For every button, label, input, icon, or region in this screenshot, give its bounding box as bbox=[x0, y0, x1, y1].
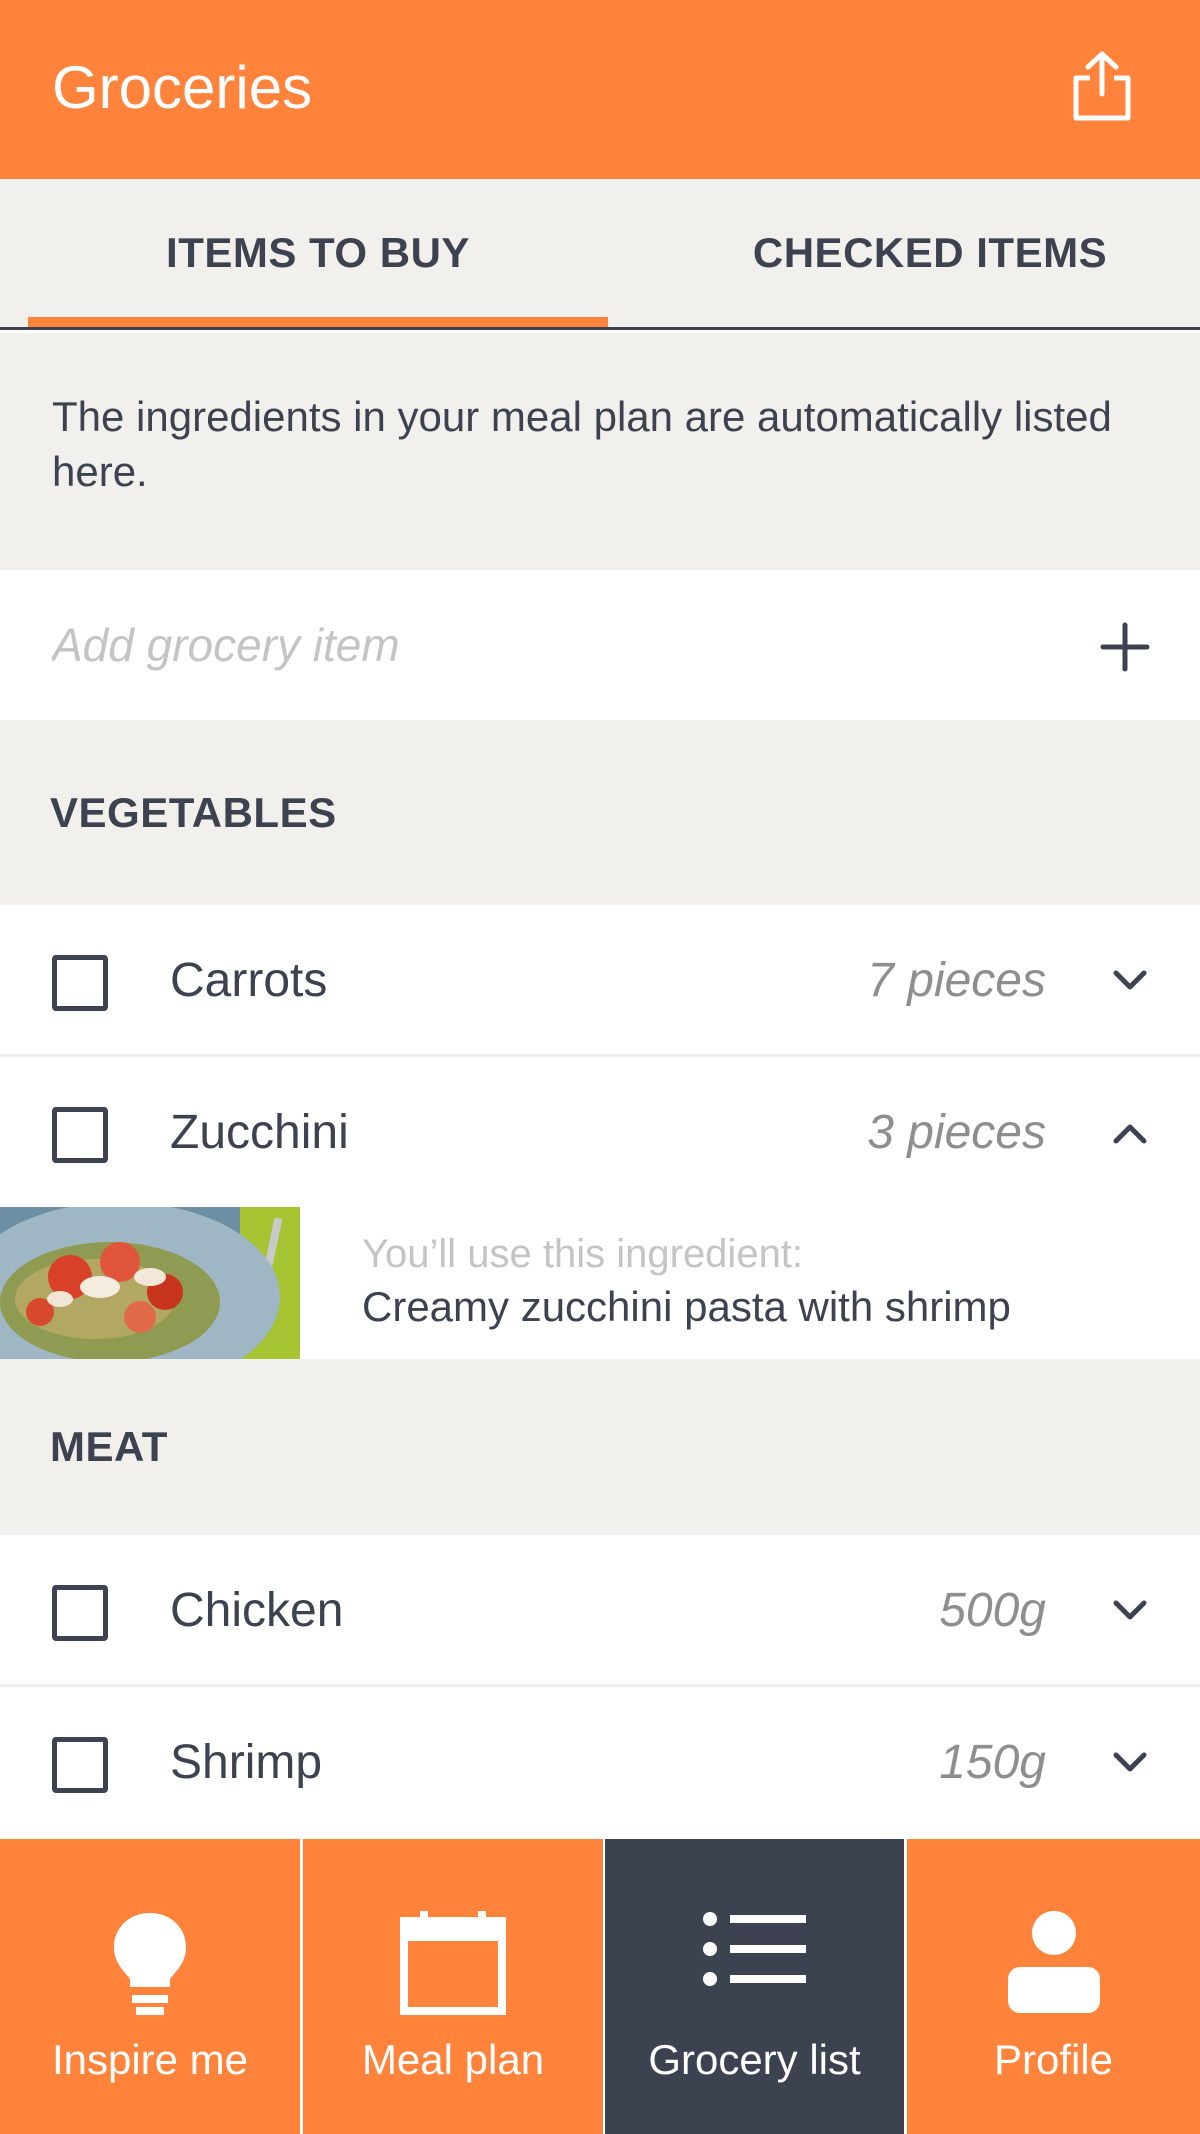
nav-profile[interactable]: Profile bbox=[907, 1839, 1200, 2134]
nav-label: Grocery list bbox=[648, 2036, 861, 2083]
active-tab-indicator bbox=[28, 317, 608, 327]
ingredient-usage-panel: You’ll use this ingredient: Creamy zucch… bbox=[0, 1207, 1200, 1359]
list-item: Chicken 500g bbox=[0, 1535, 1200, 1687]
list-item: Zucchini 3 pieces bbox=[0, 1057, 1200, 1209]
chevron-down-icon[interactable] bbox=[1110, 1747, 1150, 1779]
chevron-down-icon[interactable] bbox=[1110, 965, 1150, 997]
nav-label: Meal plan bbox=[361, 2036, 545, 2083]
section-title: VEGETABLES bbox=[50, 789, 337, 836]
chevron-down-icon[interactable] bbox=[1110, 1595, 1150, 1627]
calendar-icon bbox=[400, 1911, 506, 2015]
add-grocery-input[interactable] bbox=[52, 610, 1052, 680]
nav-label: Profile bbox=[993, 2036, 1114, 2083]
nav-label: Inspire me bbox=[51, 2036, 249, 2083]
nav-grocery-list[interactable]: Grocery list bbox=[605, 1839, 904, 2134]
item-name: Zucchini bbox=[170, 1106, 349, 1159]
section-title: MEAT bbox=[50, 1423, 168, 1470]
recipe-thumbnail[interactable] bbox=[0, 1207, 300, 1359]
share-icon[interactable] bbox=[1070, 50, 1134, 122]
item-quantity: 500g bbox=[939, 1584, 1046, 1637]
page-title: Groceries bbox=[52, 54, 313, 121]
item-checkbox[interactable] bbox=[52, 1737, 108, 1793]
item-checkbox[interactable] bbox=[52, 955, 108, 1011]
app-header: Groceries bbox=[0, 0, 1200, 179]
usage-hint: You’ll use this ingredient: bbox=[362, 1232, 804, 1276]
tab-bar: ITEMS TO BUY CHECKED ITEMS bbox=[0, 179, 1200, 330]
list-icon bbox=[702, 1912, 806, 1986]
section-header-meat: MEAT bbox=[0, 1359, 1200, 1535]
nav-inspire-me[interactable]: Inspire me bbox=[0, 1839, 300, 2134]
section-header-vegetables: VEGETABLES bbox=[0, 720, 1200, 905]
item-quantity: 150g bbox=[939, 1736, 1046, 1789]
info-panel: The ingredients in your meal plan are au… bbox=[0, 333, 1200, 570]
item-quantity: 7 pieces bbox=[867, 954, 1046, 1007]
recipe-link[interactable]: Creamy zucchini pasta with shrimp bbox=[362, 1281, 1011, 1333]
tab-items-to-buy[interactable]: ITEMS TO BUY bbox=[28, 179, 608, 327]
bottom-nav: Inspire me Meal plan Grocery list Profil… bbox=[0, 1839, 1200, 2134]
list-item: Carrots 7 pieces bbox=[0, 905, 1200, 1057]
plus-icon[interactable] bbox=[1100, 622, 1150, 672]
item-name: Chicken bbox=[170, 1584, 344, 1637]
item-checkbox[interactable] bbox=[52, 1585, 108, 1641]
lightbulb-icon bbox=[114, 1913, 186, 2015]
item-checkbox[interactable] bbox=[52, 1107, 108, 1163]
item-quantity: 3 pieces bbox=[867, 1106, 1046, 1159]
info-text: The ingredients in your meal plan are au… bbox=[52, 393, 1112, 495]
item-name: Shrimp bbox=[170, 1736, 323, 1789]
person-icon bbox=[1007, 1911, 1100, 2013]
chevron-up-icon[interactable] bbox=[1110, 1117, 1150, 1149]
list-item: Shrimp 150g bbox=[0, 1687, 1200, 1839]
tab-checked-items[interactable]: CHECKED ITEMS bbox=[640, 179, 1200, 327]
nav-meal-plan[interactable]: Meal plan bbox=[303, 1839, 603, 2134]
add-item-row bbox=[0, 570, 1200, 720]
item-name: Carrots bbox=[170, 954, 328, 1007]
